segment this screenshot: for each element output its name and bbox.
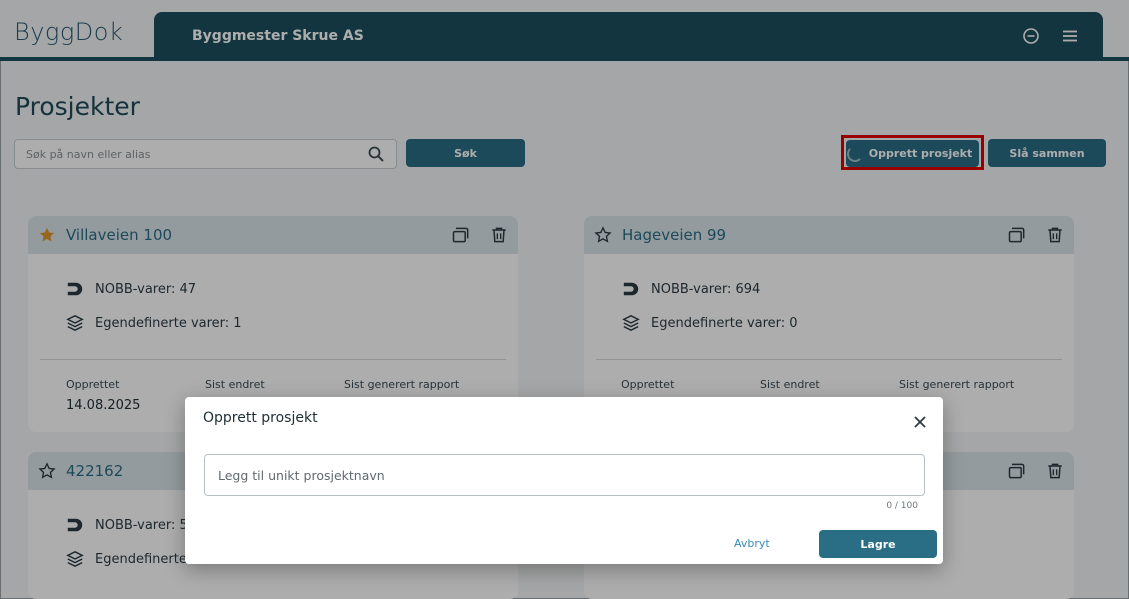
create-project-dialog: Opprett prosjekt 0 / 100 Avbryt Lagre — [185, 397, 943, 564]
save-button[interactable]: Lagre — [819, 530, 937, 558]
close-icon[interactable] — [912, 414, 928, 430]
dialog-title: Opprett prosjekt — [203, 410, 318, 426]
cancel-button[interactable]: Avbryt — [734, 537, 770, 550]
project-name-input[interactable] — [204, 454, 925, 496]
character-counter: 0 / 100 — [886, 501, 918, 511]
